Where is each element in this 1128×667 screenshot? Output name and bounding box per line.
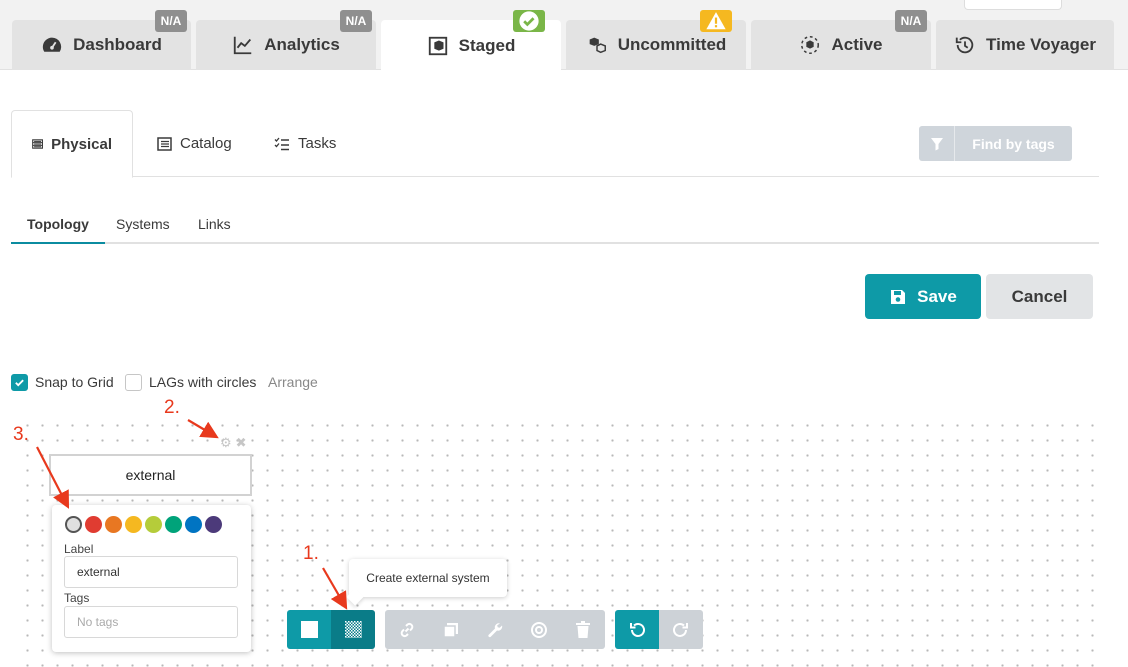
square-icon [300, 621, 318, 638]
annotation-two: 2. [164, 397, 180, 418]
uncommitted-icon [589, 37, 606, 54]
tab-label: Physical [51, 135, 112, 153]
tasks-icon [274, 137, 289, 150]
tab-tasks[interactable]: Tasks [274, 110, 336, 177]
create-external-system-button[interactable] [331, 610, 375, 649]
filter-icon [919, 126, 955, 161]
color-swatch-lime[interactable] [145, 516, 162, 533]
tab-catalog[interactable]: Catalog [157, 110, 232, 177]
node-label: external [125, 467, 176, 483]
clone-icon [443, 622, 458, 638]
create-toolbar-group [287, 610, 375, 649]
status-badge: N/A [895, 10, 927, 32]
tab-label: Tasks [298, 135, 337, 152]
tab-topology[interactable]: Topology [11, 205, 105, 244]
tab-uncommitted[interactable]: Uncommitted [566, 10, 746, 70]
tab-label: Analytics [264, 35, 340, 54]
tab-label: Catalog [180, 135, 232, 152]
color-swatch-green[interactable] [165, 516, 182, 533]
tab-label: Dashboard [73, 35, 162, 54]
tooltip-text: Create external system [366, 571, 490, 585]
lags-with-circles-option[interactable]: LAGs with circles [125, 372, 256, 392]
tab-active[interactable]: Active N/A [751, 10, 931, 70]
undo-icon [630, 622, 645, 637]
snap-to-grid-checkbox[interactable] [11, 373, 28, 391]
status-badge: N/A [340, 10, 372, 32]
annotation-one: 1. [303, 543, 319, 564]
lags-with-circles-label: LAGs with circles [149, 374, 257, 390]
cancel-button[interactable]: Cancel [986, 274, 1093, 319]
clone-button[interactable] [429, 610, 473, 649]
node-properties-panel: Label external Tags No tags [52, 505, 251, 652]
sub-tabs: Topology Systems Links [11, 205, 1099, 244]
create-internal-system-button[interactable] [287, 610, 331, 649]
active-icon [801, 36, 820, 54]
delete-button[interactable] [561, 610, 605, 649]
color-swatch-orange[interactable] [105, 516, 122, 533]
redo-icon [673, 622, 688, 637]
check-badge-icon [513, 10, 545, 32]
label-field-title: Label [64, 542, 94, 556]
catalog-icon [157, 136, 172, 151]
checkered-square-icon [344, 621, 362, 638]
configure-button[interactable] [473, 610, 517, 649]
tab-analytics[interactable]: Analytics N/A [196, 10, 376, 70]
create-external-system-tooltip: Create external system [349, 559, 507, 597]
history-icon [955, 36, 974, 54]
node-tools: ⚙ ✖ [220, 436, 247, 449]
find-by-tags-button[interactable]: Find by tags [919, 126, 1072, 161]
color-swatch-blue[interactable] [185, 516, 202, 533]
history-toolbar-group [615, 610, 703, 649]
find-by-tags-label: Find by tags [972, 135, 1055, 152]
color-swatch-yellow[interactable] [125, 516, 142, 533]
save-button[interactable]: Save [865, 274, 981, 319]
server-icon [32, 139, 43, 149]
gear-icon[interactable]: ⚙ [220, 436, 232, 449]
color-swatch-red[interactable] [85, 516, 102, 533]
close-icon[interactable]: ✖ [236, 436, 247, 449]
wrench-icon [488, 622, 503, 637]
status-badge: N/A [155, 10, 187, 32]
tab-label: Uncommitted [617, 35, 727, 54]
snap-to-grid-label: Snap to Grid [35, 374, 114, 390]
link-icon [400, 622, 414, 637]
arrange-link[interactable]: Arrange [268, 372, 318, 392]
trash-icon [576, 620, 590, 638]
target-icon [531, 621, 547, 638]
tags-field-title: Tags [64, 591, 90, 605]
color-swatch-grey[interactable] [65, 516, 82, 533]
warning-badge-icon [700, 10, 732, 32]
save-icon [891, 289, 906, 304]
tab-physical[interactable]: Physical [11, 110, 133, 178]
target-button[interactable] [517, 610, 561, 649]
tab-links[interactable]: Links [198, 205, 231, 244]
dashboard-icon [42, 37, 62, 52]
top-tab-bar: Dashboard N/A Analytics N/A Staged Uncom… [0, 0, 1128, 71]
top-right-panel [964, 0, 1062, 10]
color-swatch-purple[interactable] [205, 516, 222, 533]
save-label: Save [917, 286, 957, 306]
link-button[interactable] [385, 610, 429, 649]
lags-with-circles-checkbox[interactable] [125, 373, 142, 391]
tab-dashboard[interactable]: Dashboard N/A [12, 10, 191, 70]
analytics-icon [234, 36, 252, 55]
external-system-node[interactable]: external [49, 454, 252, 496]
snap-to-grid-option[interactable]: Snap to Grid [11, 372, 114, 392]
edit-toolbar-group [385, 610, 605, 649]
label-field[interactable]: external [64, 556, 238, 588]
tab-time-voyager[interactable]: Time Voyager [936, 20, 1114, 70]
staged-icon [428, 36, 447, 55]
annotation-three: 3. [13, 424, 29, 445]
tab-label: Active [831, 35, 883, 54]
undo-button[interactable] [615, 610, 659, 649]
redo-button[interactable] [659, 610, 703, 649]
tab-systems[interactable]: Systems [116, 205, 170, 244]
color-swatches [65, 516, 222, 533]
tab-staged[interactable]: Staged [381, 10, 561, 71]
tags-field[interactable]: No tags [64, 606, 238, 638]
tab-label: Time Voyager [986, 35, 1096, 54]
tab-label: Staged [458, 35, 516, 55]
